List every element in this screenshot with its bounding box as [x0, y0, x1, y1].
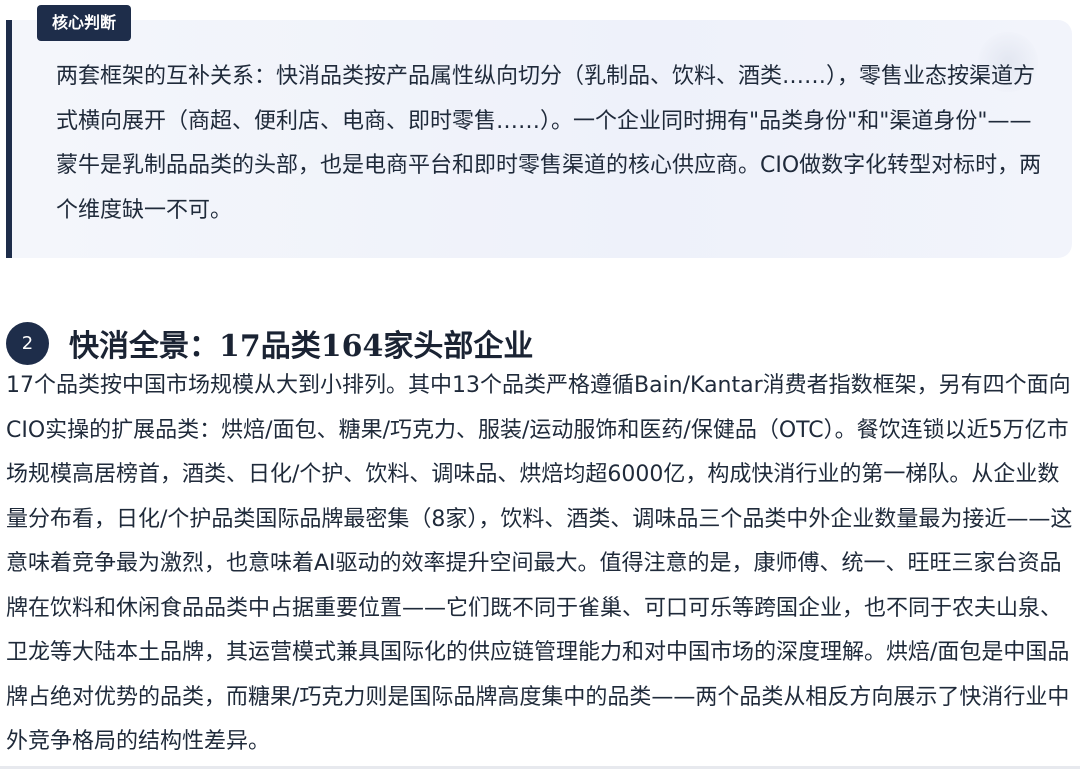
callout-badge: 核心判断	[37, 5, 132, 41]
section-heading: 2 快消全景：17品类164家头部企业	[6, 318, 533, 368]
callout-text: 两套框架的互补关系：快消品类按产品属性纵向切分（乳制品、饮料、酒类……），零售业…	[56, 64, 1042, 223]
body-paragraph: 17个品类按中国市场规模从大到小排列。其中13个品类严格遵循Bain/Kanta…	[6, 373, 1073, 754]
section-title: 快消全景：17品类164家头部企业	[69, 329, 534, 364]
document-page: 两套框架的互补关系：快消品类按产品属性纵向切分（乳制品、饮料、酒类……），零售业…	[0, 0, 1080, 769]
section-number-badge: 2	[6, 321, 49, 365]
key-judgment-callout: 两套框架的互补关系：快消品类按产品属性纵向切分（乳制品、饮料、酒类……），零售业…	[6, 20, 1072, 258]
